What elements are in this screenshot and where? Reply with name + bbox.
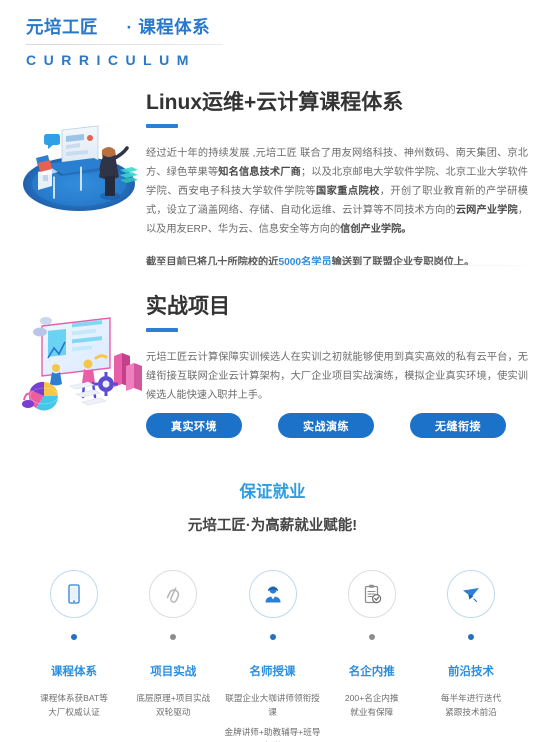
- brand-dot: ·: [126, 17, 133, 37]
- section-curriculum-note: 截至目前已将几十所院校的近5000名学员输送到了联盟企业专职岗位上。: [146, 257, 475, 268]
- feature-item-referral[interactable]: 名企内推 200+名企内推 就业有保障: [324, 570, 420, 742]
- feature-item-teachers[interactable]: 名师授课 联盟企业大咖讲师领衔授课 金牌讲师+助教辅导+班导督学 确保学会: [225, 570, 321, 742]
- section-curriculum-paragraph: 经过近十年的持续发展 ,元培工匠 联合了用友网络科技、神州数码、南天集团、京北方…: [146, 148, 529, 235]
- pill-seamless-connection[interactable]: 无缝衔接: [410, 413, 506, 438]
- feature-item-projects[interactable]: 项目实战 底层原理+项目实战 双轮驱动: [125, 570, 221, 742]
- brand-title-line: 元培工匠 · 课程体系: [26, 14, 326, 40]
- employment-title: 保证就业: [239, 483, 306, 501]
- employment-subtitle: 元培工匠·为高薪就业赋能!: [187, 518, 358, 534]
- feature-label: 前沿技术: [448, 666, 494, 678]
- feature-dot: [269, 634, 276, 640]
- feature-description: 每半年进行迭代 紧跟技术前沿: [440, 693, 502, 717]
- employment-guarantee-block: 保证就业 元培工匠·为高薪就业赋能!: [0, 480, 545, 537]
- cursor-arrow-icon: [463, 588, 479, 603]
- feature-dot: [368, 634, 375, 640]
- clipboard-check-icon: [364, 584, 381, 604]
- feature-description: 联盟企业大咖讲师领衔授课: [225, 693, 320, 717]
- feature-dot: [71, 634, 77, 640]
- feature-label: 名师授课: [249, 666, 296, 678]
- section-curriculum-underline: [146, 124, 178, 128]
- feature-label: 课程体系: [51, 666, 97, 678]
- paperclip-icon: [166, 587, 180, 603]
- brand-rule-divider: [26, 44, 223, 45]
- feature-description: 课程体系获BAT等 大厂权威认证: [40, 693, 108, 717]
- section-divider: [146, 265, 526, 266]
- feature-dot: [468, 634, 474, 640]
- feature-description: 200+名企内推 就业有保障: [344, 693, 399, 717]
- page-header: 元培工匠 · 课程体系 CURRICULUM: [26, 14, 326, 69]
- smartphone-icon: [68, 584, 80, 604]
- feature-dot: [170, 634, 177, 640]
- brand-name: 元培工匠: [26, 17, 98, 37]
- dashboard-analytics-illustration: [18, 312, 144, 421]
- feature-description: 底层原理+项目实战 双轮驱动: [136, 693, 211, 717]
- section-projects-title: 实战项目: [146, 295, 230, 318]
- section-projects-paragraph: 元培工匠云计算保障实训候选人在实训之初就能够使用到真实高效的私有云平台，无缝衔接…: [146, 352, 528, 401]
- feature-label: 名企内推: [348, 666, 395, 678]
- feature-description-extra: 金牌讲师+助教辅导+班导督学 确保学会: [224, 727, 321, 742]
- desk-workstation-illustration: [18, 112, 140, 223]
- page-root: 元培工匠 · 课程体系 CURRICULUM Linux运维+云计算课程体系 经…: [0, 0, 545, 742]
- feature-icon-circle: [447, 570, 495, 618]
- feature-item-technology[interactable]: 前沿技术 每半年进行迭代 紧跟技术前沿: [423, 570, 519, 742]
- feature-icon-circle: [347, 570, 396, 618]
- dashboard-analytics-svg: [22, 317, 142, 411]
- feature-icon-circle: [248, 570, 297, 618]
- feature-icon-circle: [149, 570, 198, 618]
- pill-practical-drill[interactable]: 实战演练: [278, 413, 374, 438]
- feature-row: 课程体系 课程体系获BAT等 大厂权威认证 项目实战 底层原理+项目实战 双轮驱…: [0, 570, 545, 742]
- desk-workstation-svg: [23, 125, 138, 211]
- section-curriculum: Linux运维+云计算课程体系 经过近十年的持续发展 ,元培工匠 联合了用友网络…: [146, 88, 528, 272]
- brand-separator: [103, 17, 121, 37]
- feature-item-curriculum[interactable]: 课程体系 课程体系获BAT等 大厂权威认证: [26, 570, 122, 742]
- feature-icon-circle: [50, 570, 98, 618]
- pill-real-environment[interactable]: 真实环境: [146, 413, 242, 438]
- section-curriculum-title: Linux运维+云计算课程体系: [146, 91, 404, 114]
- highlight-pill-row: 真实环境 实战演练 无缝衔接: [146, 413, 506, 438]
- teacher-person-icon: [265, 586, 280, 603]
- section-projects: 实战项目 元培工匠云计算保障实训候选人在实训之初就能够使用到真实高效的私有云平台…: [146, 292, 528, 405]
- brand-section-name: 课程体系: [138, 17, 211, 37]
- brand-subtitle: CURRICULUM: [26, 52, 196, 68]
- feature-label: 项目实战: [150, 666, 197, 678]
- section-projects-underline: [146, 328, 178, 332]
